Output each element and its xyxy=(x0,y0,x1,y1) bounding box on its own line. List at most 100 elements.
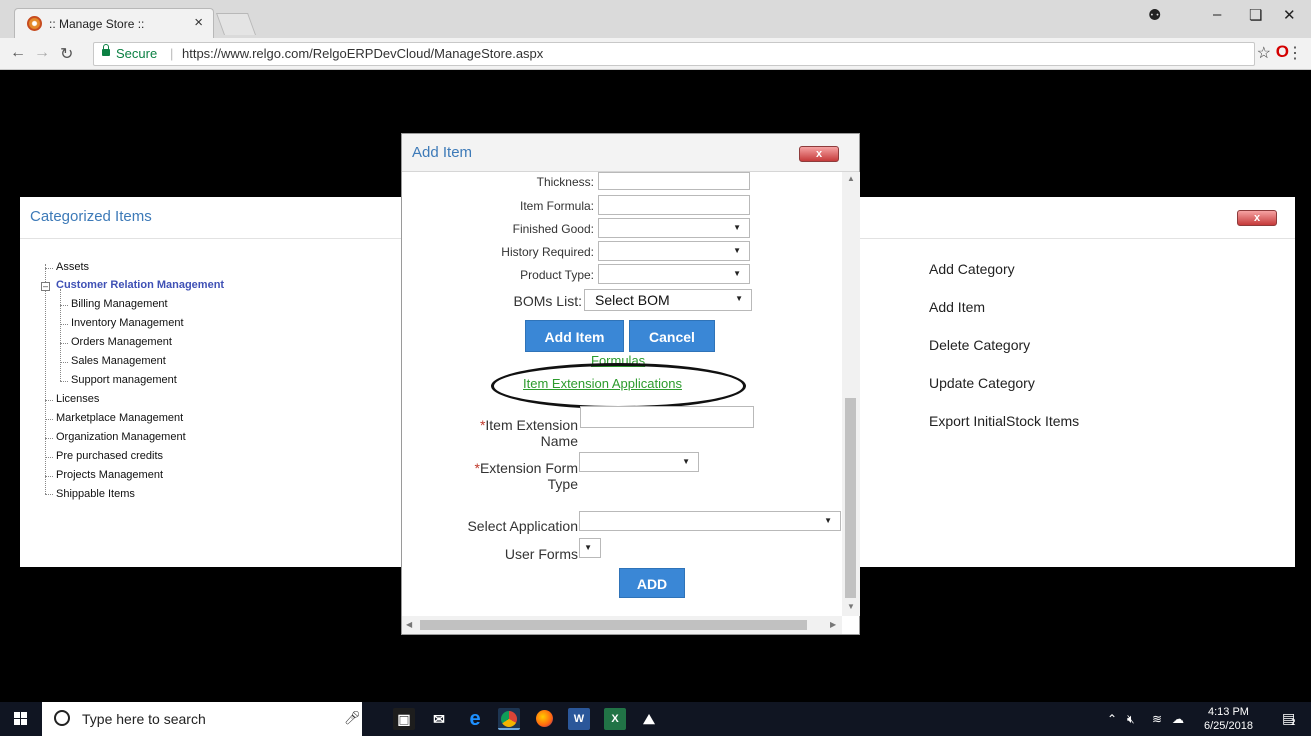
product-type-select[interactable] xyxy=(598,264,750,284)
boms-list-label: BOMs List: xyxy=(513,293,582,309)
word-icon[interactable]: W xyxy=(568,708,590,730)
tree-item-shippable-items[interactable]: Shippable Items xyxy=(56,488,135,500)
thickness-field[interactable] xyxy=(598,172,750,190)
taskbar-search-box[interactable]: Type here to search 🎤︎ xyxy=(42,702,362,736)
chrome-icon[interactable] xyxy=(498,708,520,730)
tree-connector xyxy=(45,400,53,401)
item-extension-name-label-line1: Item Extension xyxy=(485,417,578,433)
user-forms-label: User Forms xyxy=(504,546,578,562)
history-required-label: History Required: xyxy=(501,245,594,259)
tree-item-orders-management[interactable]: Orders Management xyxy=(71,336,172,348)
excel-icon[interactable]: X xyxy=(604,708,626,730)
tree-item-sales-management[interactable]: Sales Management xyxy=(71,355,166,367)
reload-icon[interactable]: ↻ xyxy=(60,44,73,64)
taskbar-clock[interactable]: 4:13 PM 6/25/2018 xyxy=(1204,705,1253,733)
volume-muted-icon[interactable]: 🔇︎ xyxy=(1127,712,1135,727)
tree-item-inventory-management[interactable]: Inventory Management xyxy=(71,317,184,329)
item-formula-field[interactable] xyxy=(598,195,750,215)
edge-icon[interactable]: e xyxy=(464,708,486,730)
tree-item-projects-management[interactable]: Projects Management xyxy=(56,469,163,481)
tree-item-assets[interactable]: Assets xyxy=(56,261,89,273)
store-icon[interactable]: ▣ xyxy=(393,708,415,730)
scroll-up-icon[interactable]: ▲ xyxy=(847,174,855,183)
clock-date: 6/25/2018 xyxy=(1204,720,1253,732)
boms-list-select[interactable]: Select BOM xyxy=(584,289,752,311)
user-forms-select[interactable] xyxy=(579,538,601,558)
tree-item-billing-management[interactable]: Billing Management xyxy=(71,298,168,310)
update-category-link[interactable]: Update Category xyxy=(929,375,1035,391)
product-type-label: Product Type: xyxy=(520,268,594,282)
highlight-ellipse xyxy=(491,363,746,409)
taskbar-search-placeholder: Type here to search xyxy=(82,711,206,727)
windows-taskbar: Type here to search 🎤︎ ▣ ✉ e W X ⛰ ⌃ 🔇︎ … xyxy=(0,702,1311,736)
tab-close-icon[interactable]: × xyxy=(194,14,203,31)
bookmark-star-icon[interactable]: ☆ xyxy=(1257,43,1271,63)
select-application-select[interactable] xyxy=(579,511,841,531)
secure-label: Secure xyxy=(116,46,158,61)
vertical-scroll-thumb[interactable] xyxy=(845,398,856,598)
cancel-button[interactable]: Cancel xyxy=(629,320,715,352)
add-category-link[interactable]: Add Category xyxy=(929,261,1015,277)
lock-icon xyxy=(102,44,110,56)
tree-collapse-icon[interactable]: – xyxy=(41,282,50,291)
tree-connector xyxy=(45,494,53,495)
extension-form-type-label-line2: Type xyxy=(547,476,578,492)
select-application-label: Select Application xyxy=(467,518,578,534)
browser-tab[interactable]: :: Manage Store :: × xyxy=(14,8,214,38)
finished-good-select[interactable] xyxy=(598,218,750,238)
delete-category-link[interactable]: Delete Category xyxy=(929,337,1030,353)
forward-arrow-icon[interactable]: → xyxy=(34,44,50,62)
firefox-icon[interactable] xyxy=(533,708,555,730)
tree-connector xyxy=(60,343,68,344)
categorized-items-title: Categorized Items xyxy=(30,208,152,225)
address-bar[interactable]: Secure | https://www.relgo.com/RelgoERPD… xyxy=(93,42,1255,66)
history-required-select[interactable] xyxy=(598,241,750,261)
tree-item-customer-relation-management[interactable]: Customer Relation Management xyxy=(56,279,224,291)
tray-chevron-icon[interactable]: ⌃ xyxy=(1107,712,1117,726)
tree-connector xyxy=(60,324,68,325)
url-text: https://www.relgo.com/RelgoERPDevCloud/M… xyxy=(182,46,544,61)
onedrive-icon[interactable]: ☁ xyxy=(1172,712,1184,726)
export-initialstock-items-link[interactable]: Export InitialStock Items xyxy=(929,413,1079,429)
mail-icon[interactable]: ✉ xyxy=(428,708,450,730)
tree-item-licenses[interactable]: Licenses xyxy=(56,393,99,405)
horizontal-scroll-thumb[interactable] xyxy=(420,620,807,630)
categorized-close-button[interactable]: x xyxy=(1237,210,1277,226)
tree-item-support-management[interactable]: Support management xyxy=(71,374,177,386)
browser-menu-icon[interactable]: ⋮ xyxy=(1287,43,1303,63)
photos-icon[interactable]: ⛰ xyxy=(638,708,660,730)
extension-form-type-label: *Extension Form Type xyxy=(442,460,579,492)
dialog-vertical-scrollbar[interactable]: ▲ ▼ xyxy=(842,172,860,616)
add-item-dialog: Add Item x Thickness: Item Formula: Fini… xyxy=(401,133,860,635)
extension-form-type-label-line1: Extension Form xyxy=(479,460,578,476)
back-arrow-icon[interactable]: ← xyxy=(10,44,26,62)
microphone-icon[interactable]: 🎤︎ xyxy=(344,710,361,726)
profile-icon[interactable]: ⚉ xyxy=(1148,6,1161,24)
add-item-link[interactable]: Add Item xyxy=(929,299,985,315)
tree-item-pre-purchased-credits[interactable]: Pre purchased credits xyxy=(56,450,163,462)
minimize-icon[interactable]: – xyxy=(1213,6,1221,23)
window-close-icon[interactable]: ✕ xyxy=(1283,6,1296,24)
scroll-down-icon[interactable]: ▼ xyxy=(847,602,855,611)
extension-form-type-select[interactable] xyxy=(579,452,699,472)
tree-item-marketplace-management[interactable]: Marketplace Management xyxy=(56,412,183,424)
scroll-right-icon[interactable]: ▶ xyxy=(830,620,836,629)
item-extension-name-field[interactable] xyxy=(580,406,754,428)
windows-start-icon[interactable] xyxy=(14,712,28,726)
tree-item-organization-management[interactable]: Organization Management xyxy=(56,431,186,443)
maximize-icon[interactable]: ❏ xyxy=(1249,6,1262,24)
tree-connector xyxy=(45,419,53,420)
tree-connector xyxy=(45,476,53,477)
add-item-button[interactable]: Add Item xyxy=(525,320,624,352)
tree-guide-child xyxy=(60,289,61,381)
item-extension-name-label: *Item Extension Name xyxy=(442,417,578,449)
thickness-label: Thickness: xyxy=(536,175,594,189)
scroll-left-icon[interactable]: ◀ xyxy=(406,620,412,629)
network-icon[interactable]: ≋ xyxy=(1152,712,1162,726)
new-tab-button[interactable] xyxy=(215,13,257,35)
add-extension-button[interactable]: ADD xyxy=(619,568,685,598)
tree-connector xyxy=(45,457,53,458)
dialog-horizontal-scrollbar[interactable]: ◀ ▶ xyxy=(402,616,842,634)
dialog-close-button[interactable]: x xyxy=(799,146,839,162)
item-extension-name-label-line2: Name xyxy=(540,433,578,449)
